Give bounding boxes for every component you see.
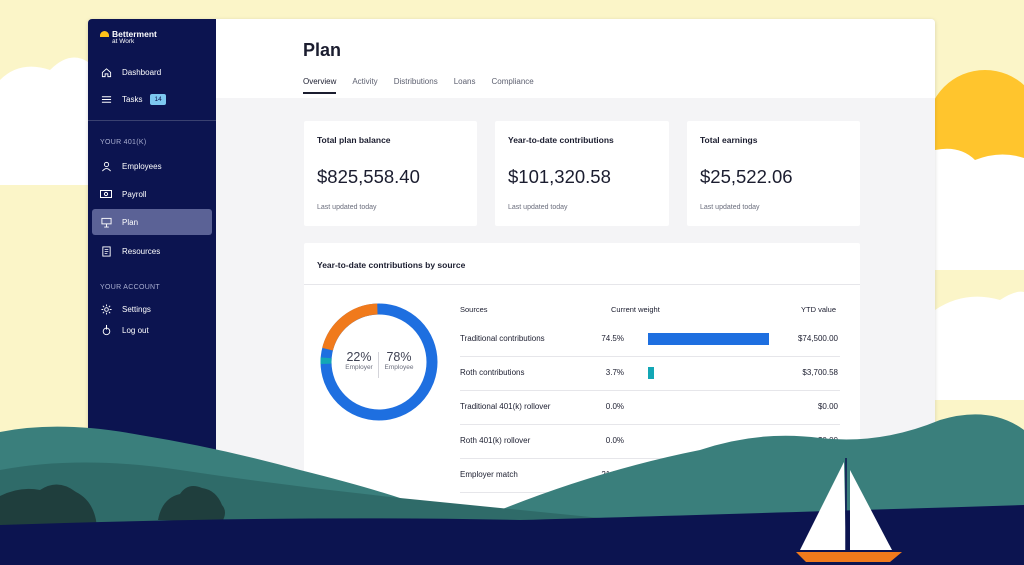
card-value: $101,320.58	[508, 166, 611, 187]
book-icon	[100, 245, 112, 257]
tab-loans[interactable]: Loans	[454, 77, 476, 94]
contributions-donut-chart	[320, 303, 438, 421]
row-ytd-value: $3,700.58	[802, 368, 838, 377]
sidebar-item-label: Payroll	[122, 189, 147, 199]
sidebar-item-plan[interactable]: Plan	[92, 209, 212, 235]
table-row: Traditional contributions 74.5% $74,500.…	[460, 322, 840, 357]
sidebar-item-employees[interactable]: Employees	[92, 153, 212, 179]
presentation-icon	[100, 216, 112, 228]
employer-caption: Employer	[345, 364, 373, 371]
sidebar-item-label: Plan	[122, 217, 139, 227]
tab-compliance[interactable]: Compliance	[492, 77, 534, 94]
cloud-right-lower	[935, 291, 1024, 400]
row-ytd-value: $0.00	[817, 436, 838, 445]
card-value: $25,522.06	[700, 166, 793, 187]
brand-sub: at Work	[112, 38, 135, 45]
sidebar-item-logout[interactable]: Log out	[92, 317, 212, 343]
logout-icon	[100, 324, 112, 336]
tab-activity[interactable]: Activity	[352, 77, 377, 94]
panel-title: Year-to-date contributions by source	[317, 260, 466, 270]
panel-divider	[304, 284, 860, 285]
row-weight: 74.5%	[601, 334, 624, 343]
list-icon	[100, 93, 112, 105]
cloud-right	[935, 148, 1024, 270]
row-ytd-value: $0.00	[817, 402, 838, 411]
sidebar-item-tasks[interactable]: Tasks 14	[92, 86, 212, 112]
column-header-current-weight: Current weight	[611, 305, 660, 314]
table-row: Roth 401(k) rollover 0.0% $0.00	[460, 424, 840, 459]
row-weight: 3.7%	[605, 368, 624, 377]
card-total-plan-balance: Total plan balance $825,558.40 Last upda…	[304, 121, 477, 226]
sidebar-item-label: Settings	[122, 304, 151, 314]
row-weight: 0.0%	[605, 436, 624, 445]
employee-caption: Employee	[384, 364, 414, 371]
sidebar-item-label: Tasks	[122, 94, 143, 104]
table-row: Traditional 401(k) rollover 0.0% $0.00	[460, 390, 840, 425]
gear-icon	[100, 303, 112, 315]
card-title: Year-to-date contributions	[508, 135, 614, 145]
tab-overview[interactable]: Overview	[303, 77, 337, 94]
row-ytd-value: $74,500.00	[797, 334, 838, 343]
card-title: Total earnings	[700, 135, 758, 145]
row-source: Employer match	[460, 470, 518, 479]
page-title: Plan	[303, 40, 342, 60]
column-header-sources: Sources	[460, 305, 488, 314]
sidebar-item-payroll[interactable]: Payroll	[92, 181, 212, 207]
employee-pct: 78%	[386, 350, 412, 364]
cloud-left	[0, 57, 88, 185]
donut-employee-label: 78% Employee	[380, 350, 418, 371]
app-window: Betterment at Work Dashboard Tasks 14 YO…	[88, 19, 935, 539]
sidebar: Betterment at Work Dashboard Tasks 14 YO…	[88, 19, 216, 539]
section-label-401k: YOUR 401(K)	[100, 139, 147, 146]
row-source: Roth 401(k) rollover	[460, 436, 531, 445]
card-total-earnings: Total earnings $25,522.06 Last updated t…	[687, 121, 860, 226]
sidebar-item-dashboard[interactable]: Dashboard	[92, 59, 212, 85]
donut-employer-label: 22% Employer	[342, 350, 376, 371]
donut-label-divider	[378, 352, 379, 378]
card-footnote: Last updated today	[317, 204, 377, 211]
tasks-count-badge: 14	[150, 93, 166, 105]
card-footnote: Last updated today	[700, 204, 760, 211]
table-row: Employer match 21.8%	[460, 458, 840, 493]
sidebar-divider	[88, 120, 216, 121]
row-weight: 21.8%	[601, 470, 624, 479]
logo-mark-icon	[100, 31, 109, 37]
card-title: Total plan balance	[317, 135, 391, 145]
card-ytd-contributions: Year-to-date contributions $101,320.58 L…	[495, 121, 669, 226]
column-header-ytd-value: YTD value	[800, 305, 836, 314]
card-value: $825,558.40	[317, 166, 420, 187]
sidebar-item-label: Dashboard	[122, 67, 162, 77]
employer-pct: 22%	[346, 350, 372, 364]
home-icon	[100, 66, 112, 78]
tab-distributions[interactable]: Distributions	[394, 77, 438, 94]
page-header: Plan Overview Activity Distributions Loa…	[216, 19, 935, 98]
sidebar-item-resources[interactable]: Resources	[92, 238, 212, 264]
brand-logo[interactable]: Betterment at Work	[100, 29, 157, 45]
tab-bar: Overview Activity Distributions Loans Co…	[303, 77, 550, 94]
row-weight: 0.0%	[605, 402, 624, 411]
sidebar-item-label: Log out	[122, 325, 149, 335]
card-footnote: Last updated today	[508, 204, 568, 211]
row-weight-bar	[648, 367, 654, 379]
cash-icon	[100, 188, 112, 200]
row-source: Traditional contributions	[460, 334, 545, 343]
row-weight-bar	[648, 469, 684, 481]
contributions-by-source-panel: Year-to-date contributions by source 22%…	[304, 243, 860, 539]
main-content: Plan Overview Activity Distributions Loa…	[216, 19, 935, 539]
sidebar-item-label: Employees	[122, 161, 162, 171]
section-label-account: YOUR ACCOUNT	[100, 284, 160, 291]
sidebar-item-label: Resources	[122, 246, 161, 256]
row-source: Traditional 401(k) rollover	[460, 402, 551, 411]
person-icon	[100, 160, 112, 172]
table-row: Roth contributions 3.7% $3,700.58	[460, 356, 840, 391]
row-source: Roth contributions	[460, 368, 525, 377]
row-weight-bar	[648, 333, 769, 345]
